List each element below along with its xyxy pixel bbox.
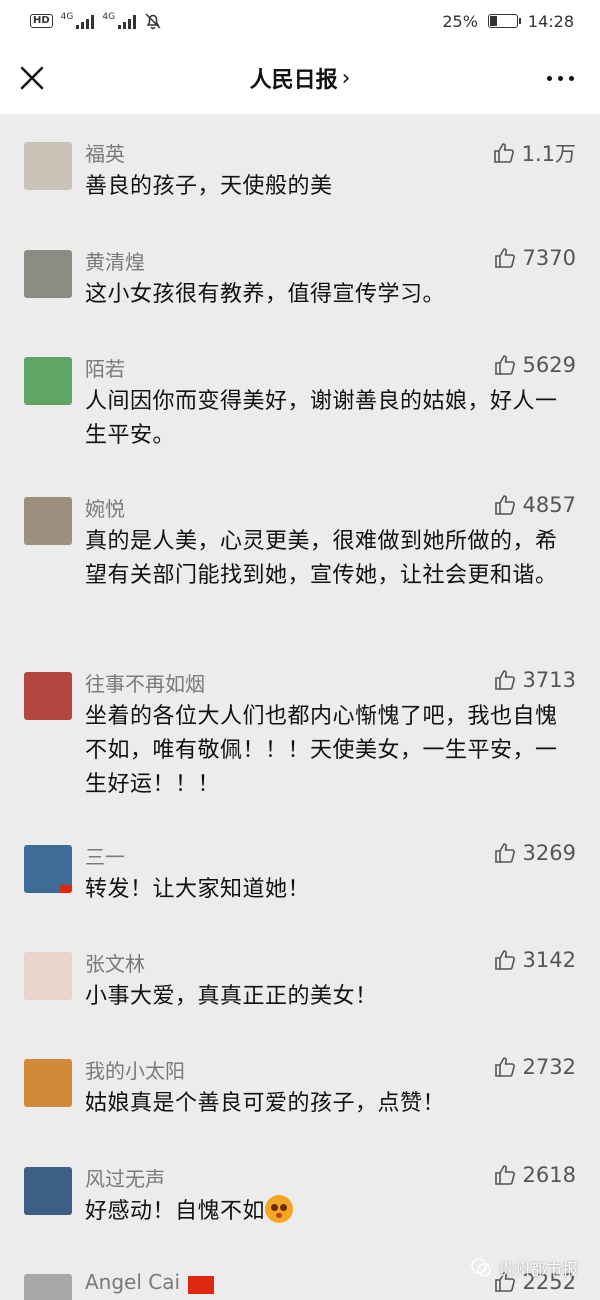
commenter-name[interactable]: 三一 [85, 841, 125, 870]
signal-icon-2: 4G [102, 12, 137, 29]
comment-text: 善良的孩子，天使般的美 [85, 170, 565, 204]
account-link[interactable]: 人民日报 › [250, 62, 351, 94]
chevron-right-icon: › [341, 65, 351, 91]
like-button[interactable]: 4857 [493, 493, 576, 517]
thumb-up-icon [494, 843, 515, 863]
signal-icon: 4G [61, 13, 95, 29]
comment-text-content: 好感动！自愧不如 [85, 1199, 266, 1224]
comment-item: 往事不再如烟 3713 坐着的各位大人们也都内心惭愧了吧，我也自愧不如，唯有敬佩！！… [0, 644, 600, 817]
avatar[interactable] [24, 672, 72, 720]
like-count: 3269 [522, 841, 576, 865]
comment-item: 我的小太阳 2732 姑娘真是个善良可爱的孩子，点赞！ [0, 1031, 600, 1139]
battery-percent: 25% [442, 11, 478, 31]
like-button[interactable]: 7370 [493, 246, 576, 270]
status-left: HD 4G 4G [30, 12, 162, 30]
clock: 14:28 [527, 11, 574, 31]
avatar[interactable] [24, 497, 72, 545]
wechat-logo-icon [471, 1258, 491, 1277]
comment-item: 福英 1.1万善良的孩子，天使般的美 [0, 114, 600, 222]
commenter-name[interactable]: 往事不再如烟 [85, 668, 205, 697]
thumb-up-icon [494, 670, 515, 690]
comment-text-content: 真的是人美，心灵更美，很难做到她所做的，希望有关部门能找到她，宣传她，让社会更和… [85, 529, 558, 588]
like-button[interactable]: 2618 [493, 1163, 576, 1187]
avatar[interactable] [24, 1167, 72, 1215]
like-count: 5629 [522, 353, 576, 377]
thumb-up-icon [494, 1057, 515, 1077]
network-label-2: 4G [102, 12, 116, 22]
thumb-up-icon [494, 1165, 515, 1185]
like-count: 4857 [522, 493, 576, 517]
avatar[interactable] [24, 1274, 72, 1300]
header: 人民日报 › [0, 42, 600, 114]
page-title: 人民日报 [249, 68, 338, 93]
thumb-up-icon [494, 495, 515, 515]
comment-item: 婉悦 4857 真的是人美，心灵更美，很难做到她所做的，希望有关部门能找到她，宣传她… [0, 469, 600, 644]
comment-text: 人间因你而变得美好，谢谢善良的姑娘，好人一生平安。 [85, 385, 565, 453]
like-count: 3142 [522, 948, 576, 972]
commenter-name[interactable]: 婉悦 [85, 493, 125, 522]
thumb-up-icon [494, 355, 515, 375]
commenter-name[interactable]: 风过无声 [85, 1163, 165, 1192]
comment-text: 真的是人美，心灵更美，很难做到她所做的，希望有关部门能找到她，宣传她，让社会更和… [85, 525, 565, 593]
like-count: 2618 [522, 1163, 576, 1187]
commenter-name[interactable]: 我的小太阳 [85, 1055, 185, 1084]
like-count: 3713 [522, 668, 576, 692]
comment-item: 黄清煌 7370 这小女孩很有教养，值得宣传学习。 [0, 222, 600, 329]
comment-text-content: 小事大爱，真真正正的美女！ [85, 984, 378, 1009]
hd-icon: HD [30, 14, 53, 28]
comment-text-content: 转发！让大家知道她！ [85, 877, 311, 902]
like-count: 7370 [522, 246, 576, 270]
avatar[interactable] [24, 250, 72, 298]
comment-text: 坐着的各位大人们也都内心惭愧了吧，我也自愧不如，唯有敬佩！！！天使美女，一生平安… [85, 700, 565, 802]
flushed-face-emoji-icon [265, 1195, 294, 1223]
commenter-name[interactable]: 黄清煌 [85, 246, 145, 275]
network-label: 4G [60, 12, 74, 22]
comment-text-content: 这小女孩很有教养，值得宣传学习。 [85, 282, 446, 307]
status-bar: HD 4G 4G 25% 14:28 [0, 0, 600, 42]
thumb-up-icon [493, 143, 514, 163]
avatar[interactable] [24, 952, 72, 1000]
close-icon[interactable] [18, 64, 46, 92]
comment-text: 姑娘真是个善良可爱的孩子，点赞！ [85, 1087, 565, 1121]
avatar[interactable] [24, 1059, 72, 1107]
thumb-up-icon [494, 248, 515, 268]
commenter-name[interactable]: 张文林 [85, 948, 145, 977]
commenter-name[interactable]: Angel Cai [85, 1270, 180, 1294]
comment-item: 三一 3269 转发！让大家知道她！ [0, 817, 600, 924]
like-button[interactable]: 1.1万 [492, 138, 576, 168]
comment-text: 转发！让大家知道她！ [85, 873, 565, 907]
like-button[interactable]: 3142 [493, 948, 576, 972]
avatar[interactable] [24, 357, 72, 405]
like-count: 1.1万 [521, 142, 576, 166]
battery-icon [487, 14, 521, 28]
commenter-name[interactable]: 陌若 [85, 353, 125, 382]
like-button[interactable]: 3713 [493, 668, 576, 692]
watermark: 贵州都市报 [470, 1256, 578, 1280]
avatar[interactable] [24, 142, 72, 190]
more-options-icon[interactable] [547, 76, 574, 81]
avatar[interactable] [24, 845, 72, 893]
like-button[interactable]: 5629 [493, 353, 576, 377]
comment-item: 陌若 5629 人间因你而变得美好，谢谢善良的姑娘，好人一生平安。 [0, 329, 600, 469]
comment-item: 张文林 3142 小事大爱，真真正正的美女！ [0, 924, 600, 1031]
comment-text-content: 姑娘真是个善良可爱的孩子，点赞！ [85, 1091, 446, 1116]
commenter-name[interactable]: 福英 [85, 138, 125, 167]
comment-text: 这小女孩很有教养，值得宣传学习。 [85, 278, 565, 312]
thumb-up-icon [494, 950, 515, 970]
status-right: 25% 14:28 [442, 12, 574, 31]
comment-text-content: 人间因你而变得美好，谢谢善良的姑娘，好人一生平安。 [85, 389, 558, 448]
comment-text: 好感动！自愧不如 [85, 1195, 565, 1229]
comment-item: 风过无声 2618 好感动！自愧不如 [0, 1139, 600, 1246]
comment-text-content: 善良的孩子，天使般的美 [85, 174, 333, 199]
like-button[interactable]: 2732 [493, 1055, 576, 1079]
like-button[interactable]: 3269 [493, 841, 576, 865]
china-flag-icon [188, 1276, 214, 1294]
comment-text-content: 坐着的各位大人们也都内心惭愧了吧，我也自愧不如，唯有敬佩！！！天使美女，一生平安… [85, 704, 558, 797]
china-flag-icon [60, 885, 72, 893]
like-count: 2732 [522, 1055, 576, 1079]
watermark-text: 贵州都市报 [497, 1260, 578, 1279]
battery-fill [489, 16, 497, 26]
comment-text: 小事大爱，真真正正的美女！ [85, 980, 565, 1014]
mute-bell-icon [145, 13, 161, 30]
